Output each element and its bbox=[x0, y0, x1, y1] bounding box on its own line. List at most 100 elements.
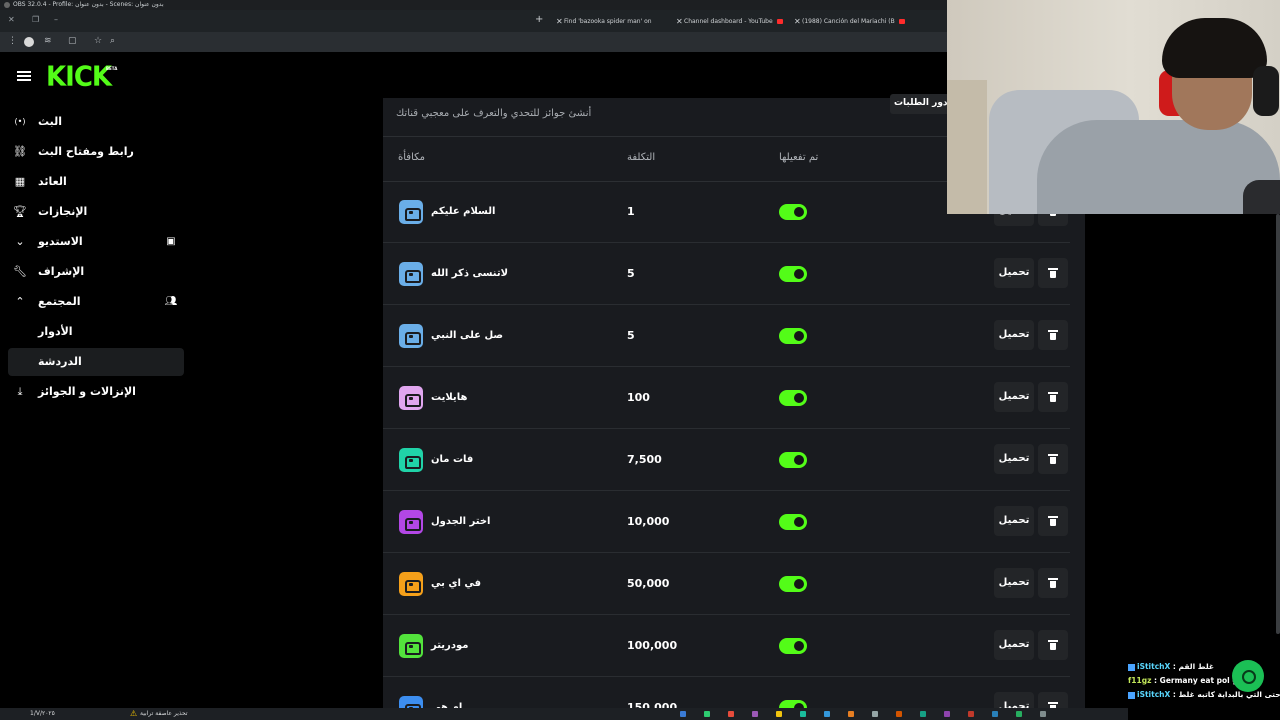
kick-logo[interactable]: KICK bbox=[46, 61, 112, 93]
edit-reward-button[interactable]: تحميل bbox=[994, 258, 1034, 288]
sidebar-item-stream[interactable]: (•) البث bbox=[8, 108, 184, 136]
taskbar-app-icon[interactable] bbox=[968, 711, 974, 717]
sidebar-item-studio[interactable]: ⌄ الاستديو ▣ bbox=[8, 228, 184, 256]
tab-bazooka[interactable]: ✕ Find 'bazooka spider man' on bbox=[556, 13, 668, 31]
edit-reward-button[interactable]: تحميل bbox=[994, 506, 1034, 536]
community-icon: 👥︎ bbox=[164, 296, 178, 307]
sidebar-item-achievements[interactable]: 🏆︎ الإنجازات bbox=[8, 198, 184, 226]
taskbar-app-icon[interactable] bbox=[848, 711, 854, 717]
reward-cost: 100,000 bbox=[627, 639, 678, 652]
sidebar-item-roles[interactable]: الأدوار bbox=[8, 318, 184, 346]
page-scrollbar[interactable] bbox=[1276, 214, 1280, 634]
chat-message: iStitchX : الت حتى التي بالبداية كاتبه غ… bbox=[1128, 688, 1280, 702]
copy-icon[interactable]: ▢ bbox=[68, 36, 77, 46]
tab-close-icon[interactable]: ✕ bbox=[794, 13, 914, 31]
menu-dots-icon[interactable]: ⋮ bbox=[8, 36, 17, 46]
broadcast-icon: (•) bbox=[14, 117, 26, 126]
sidebar-item-label: الأدوار bbox=[38, 325, 73, 338]
reward-enabled-toggle[interactable] bbox=[779, 576, 807, 592]
taskbar-app-icon[interactable] bbox=[872, 711, 878, 717]
delete-reward-button[interactable] bbox=[1038, 568, 1068, 598]
reward-enabled-toggle[interactable] bbox=[779, 328, 807, 344]
taskbar-app-icon[interactable] bbox=[1016, 711, 1022, 717]
reward-enabled-toggle[interactable] bbox=[779, 452, 807, 468]
reward-name: اختر الجدول bbox=[431, 516, 491, 527]
reward-row: صل على النبي 5 تحميل bbox=[383, 305, 1083, 367]
reward-name: في اي بي bbox=[431, 578, 482, 589]
delete-reward-button[interactable] bbox=[1038, 382, 1068, 412]
delete-reward-button[interactable] bbox=[1038, 506, 1068, 536]
tune-icon[interactable]: ≋ bbox=[44, 36, 52, 46]
chat-username: f11gz bbox=[1128, 676, 1152, 685]
reward-name: السلام عليكم bbox=[431, 206, 496, 217]
tab-mariachi[interactable]: ✕ (1988) Canción del Mariachi (B bbox=[794, 13, 916, 31]
sidebar-item-stream-key[interactable]: ⛓ رابط ومفتاح البث bbox=[8, 138, 184, 166]
warning-icon: ⚠ bbox=[130, 709, 138, 718]
profile-icon[interactable] bbox=[24, 37, 34, 47]
obs-title-bar: OBS 32.0.4 - Profile: بدون عنوان - Scene… bbox=[0, 0, 947, 10]
delete-reward-button[interactable] bbox=[1038, 630, 1068, 660]
sidebar-item-chat[interactable]: الدردشة bbox=[8, 348, 184, 376]
delete-reward-button[interactable] bbox=[1038, 320, 1068, 350]
reward-name: صل على النبي bbox=[431, 330, 504, 341]
sidebar-item-label: المجتمع bbox=[38, 295, 81, 308]
sidebar-item-moderation[interactable]: 🔧︎ الإشراف bbox=[8, 258, 184, 286]
tab-close-icon[interactable]: ✕ bbox=[556, 13, 666, 31]
sidebar-item-community[interactable]: ⌃ المجتمع 👥︎ bbox=[8, 288, 184, 316]
edit-reward-button[interactable]: تحميل bbox=[994, 382, 1034, 412]
tab-youtube-dashboard[interactable]: ✕ Channel dashboard - YouTube bbox=[676, 13, 786, 31]
reward-row: مودريتر 100,000 تحميل bbox=[383, 615, 1083, 677]
trash-icon bbox=[1048, 454, 1058, 464]
taskbar-app-icon[interactable] bbox=[752, 711, 758, 717]
edit-reward-button[interactable]: تحميل bbox=[994, 568, 1034, 598]
weather-warning: تحذير عاصفة ترابية bbox=[140, 710, 188, 717]
taskbar-app-icon[interactable] bbox=[944, 711, 950, 717]
reward-row: اختر الجدول 10,000 تحميل bbox=[383, 491, 1083, 553]
taskbar-app-icon[interactable] bbox=[776, 711, 782, 717]
tab-close-icon[interactable]: ✕ bbox=[676, 13, 784, 31]
reward-enabled-toggle[interactable] bbox=[779, 390, 807, 406]
star-icon[interactable]: ☆ bbox=[94, 36, 102, 46]
taskbar-app-icon[interactable] bbox=[704, 711, 710, 717]
reward-enabled-toggle[interactable] bbox=[779, 204, 807, 220]
sidebar-item-revenue[interactable]: ▦ العائد bbox=[8, 168, 184, 196]
close-window-icon[interactable]: ✕ bbox=[8, 15, 15, 24]
reward-cost: 5 bbox=[627, 329, 635, 342]
reward-enabled-toggle[interactable] bbox=[779, 266, 807, 282]
reward-enabled-toggle[interactable] bbox=[779, 514, 807, 530]
trophy-icon: 🏆︎ bbox=[13, 205, 27, 218]
delete-reward-button[interactable] bbox=[1038, 444, 1068, 474]
chevron-up-icon: ⌃ bbox=[15, 295, 25, 308]
sidebar-item-label: الإنزالات و الجوائز bbox=[38, 385, 136, 398]
column-header-cost: التكلفة bbox=[627, 152, 656, 163]
edit-reward-button[interactable]: تحميل bbox=[994, 444, 1034, 474]
minimize-window-icon[interactable]: – bbox=[54, 15, 58, 24]
reward-enabled-toggle[interactable] bbox=[779, 638, 807, 654]
reward-name: هايلايت bbox=[431, 392, 468, 403]
sidebar-item-label: البث bbox=[38, 115, 63, 128]
taskbar-app-icon[interactable] bbox=[824, 711, 830, 717]
taskbar-app-icon[interactable] bbox=[680, 711, 686, 717]
chevron-down-icon: ⌄ bbox=[15, 235, 25, 248]
taskbar-app-icon[interactable] bbox=[920, 711, 926, 717]
panel-subtitle: أنشئ جوائز للتحدي والتعرف على معجبي قنات… bbox=[396, 108, 592, 119]
new-tab-icon[interactable]: + bbox=[535, 14, 543, 25]
reward-name: لاتنسى ذكر الله bbox=[431, 268, 509, 279]
edit-reward-button[interactable]: تحميل bbox=[994, 320, 1034, 350]
taskbar-app-icon[interactable] bbox=[896, 711, 902, 717]
edit-reward-button[interactable]: تحميل bbox=[994, 630, 1034, 660]
hamburger-menu-icon[interactable] bbox=[17, 71, 31, 81]
delete-reward-button[interactable] bbox=[1038, 258, 1068, 288]
restore-window-icon[interactable]: ❐ bbox=[32, 15, 39, 24]
beta-label: BETA bbox=[106, 66, 118, 71]
taskbar-app-icon[interactable] bbox=[1040, 711, 1046, 717]
sidebar-item-drops[interactable]: ⤓ الإنزالات و الجوائز bbox=[8, 378, 184, 406]
reward-cost: 100 bbox=[627, 391, 650, 404]
search-icon[interactable]: ⌕ bbox=[110, 36, 115, 46]
taskbar-app-icon[interactable] bbox=[992, 711, 998, 717]
taskbar-app-icon[interactable] bbox=[800, 711, 806, 717]
role-button[interactable]: دور الطلبات bbox=[890, 94, 952, 114]
taskbar-app-icon[interactable] bbox=[728, 711, 734, 717]
sidebar: (•) البث ⛓ رابط ومفتاح البث ▦ العائد 🏆︎ … bbox=[0, 108, 192, 720]
webcam-overlay bbox=[947, 0, 1280, 214]
